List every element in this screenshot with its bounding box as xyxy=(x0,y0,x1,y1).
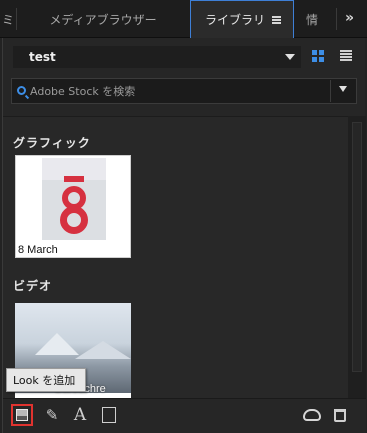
tab-divider xyxy=(336,8,337,30)
bottom-toolbar: ✎ A xyxy=(3,398,366,433)
stock-search-input[interactable]: Adobe Stock を検索 xyxy=(11,78,357,104)
add-text-style-button[interactable]: A xyxy=(69,404,91,426)
panel-menu-icon[interactable] xyxy=(272,16,281,24)
tab-partial-left-label: ミ xyxy=(2,12,15,27)
library-dropdown-value: test xyxy=(29,50,56,64)
search-options-chevron-icon[interactable] xyxy=(339,86,347,92)
tab-media-browser[interactable]: メディアブラウザー xyxy=(17,0,189,38)
library-dropdown[interactable]: test xyxy=(13,46,301,68)
section-title-video: ビデオ xyxy=(13,279,53,293)
brush-icon: ✎ xyxy=(45,406,59,424)
rectangle-icon xyxy=(102,407,116,423)
tooltip-text: Look を追加 xyxy=(13,374,76,387)
search-placeholder: Adobe Stock を検索 xyxy=(30,85,136,98)
graphic-item-label: 8 March xyxy=(18,244,58,256)
scrollbar-thumb[interactable] xyxy=(352,122,362,372)
add-look-button[interactable] xyxy=(11,404,33,426)
grid-view-icon[interactable] xyxy=(312,50,324,62)
search-icon xyxy=(17,86,26,95)
search-divider xyxy=(330,80,331,102)
graphic-thumbnail xyxy=(42,158,106,240)
creative-cloud-icon xyxy=(303,409,321,421)
tab-libraries[interactable]: ライブラリ xyxy=(190,0,294,38)
library-item-graphic[interactable]: 8 March xyxy=(15,155,131,258)
tab-media-browser-label: メディアブラウザー xyxy=(49,12,157,27)
tab-info-label: 情 xyxy=(306,12,319,27)
look-icon xyxy=(16,409,28,421)
chevron-down-icon xyxy=(285,54,295,60)
creative-cloud-button[interactable] xyxy=(301,404,323,426)
add-graphic-button[interactable] xyxy=(98,404,120,426)
scrollbar[interactable] xyxy=(348,116,366,398)
tooltip-add-look: Look を追加 xyxy=(6,368,86,392)
section-title-graphics: グラフィック xyxy=(13,136,91,150)
delete-button[interactable] xyxy=(329,404,351,426)
text-icon: A xyxy=(73,405,87,425)
tab-info[interactable]: 情 xyxy=(296,0,336,38)
add-brush-button[interactable]: ✎ xyxy=(41,404,63,426)
tab-partial-left[interactable]: ミ xyxy=(0,0,16,38)
list-view-icon[interactable] xyxy=(340,50,352,62)
trash-icon xyxy=(334,408,346,422)
panel-tab-bar: ミ メディアブラウザー ライブラリ 情 » xyxy=(0,0,367,38)
library-content: グラフィック 8 March ビデオ Video Barouchre xyxy=(3,116,348,398)
tab-libraries-label: ライブラリ xyxy=(205,13,266,27)
more-tabs-icon[interactable]: » xyxy=(345,10,354,26)
